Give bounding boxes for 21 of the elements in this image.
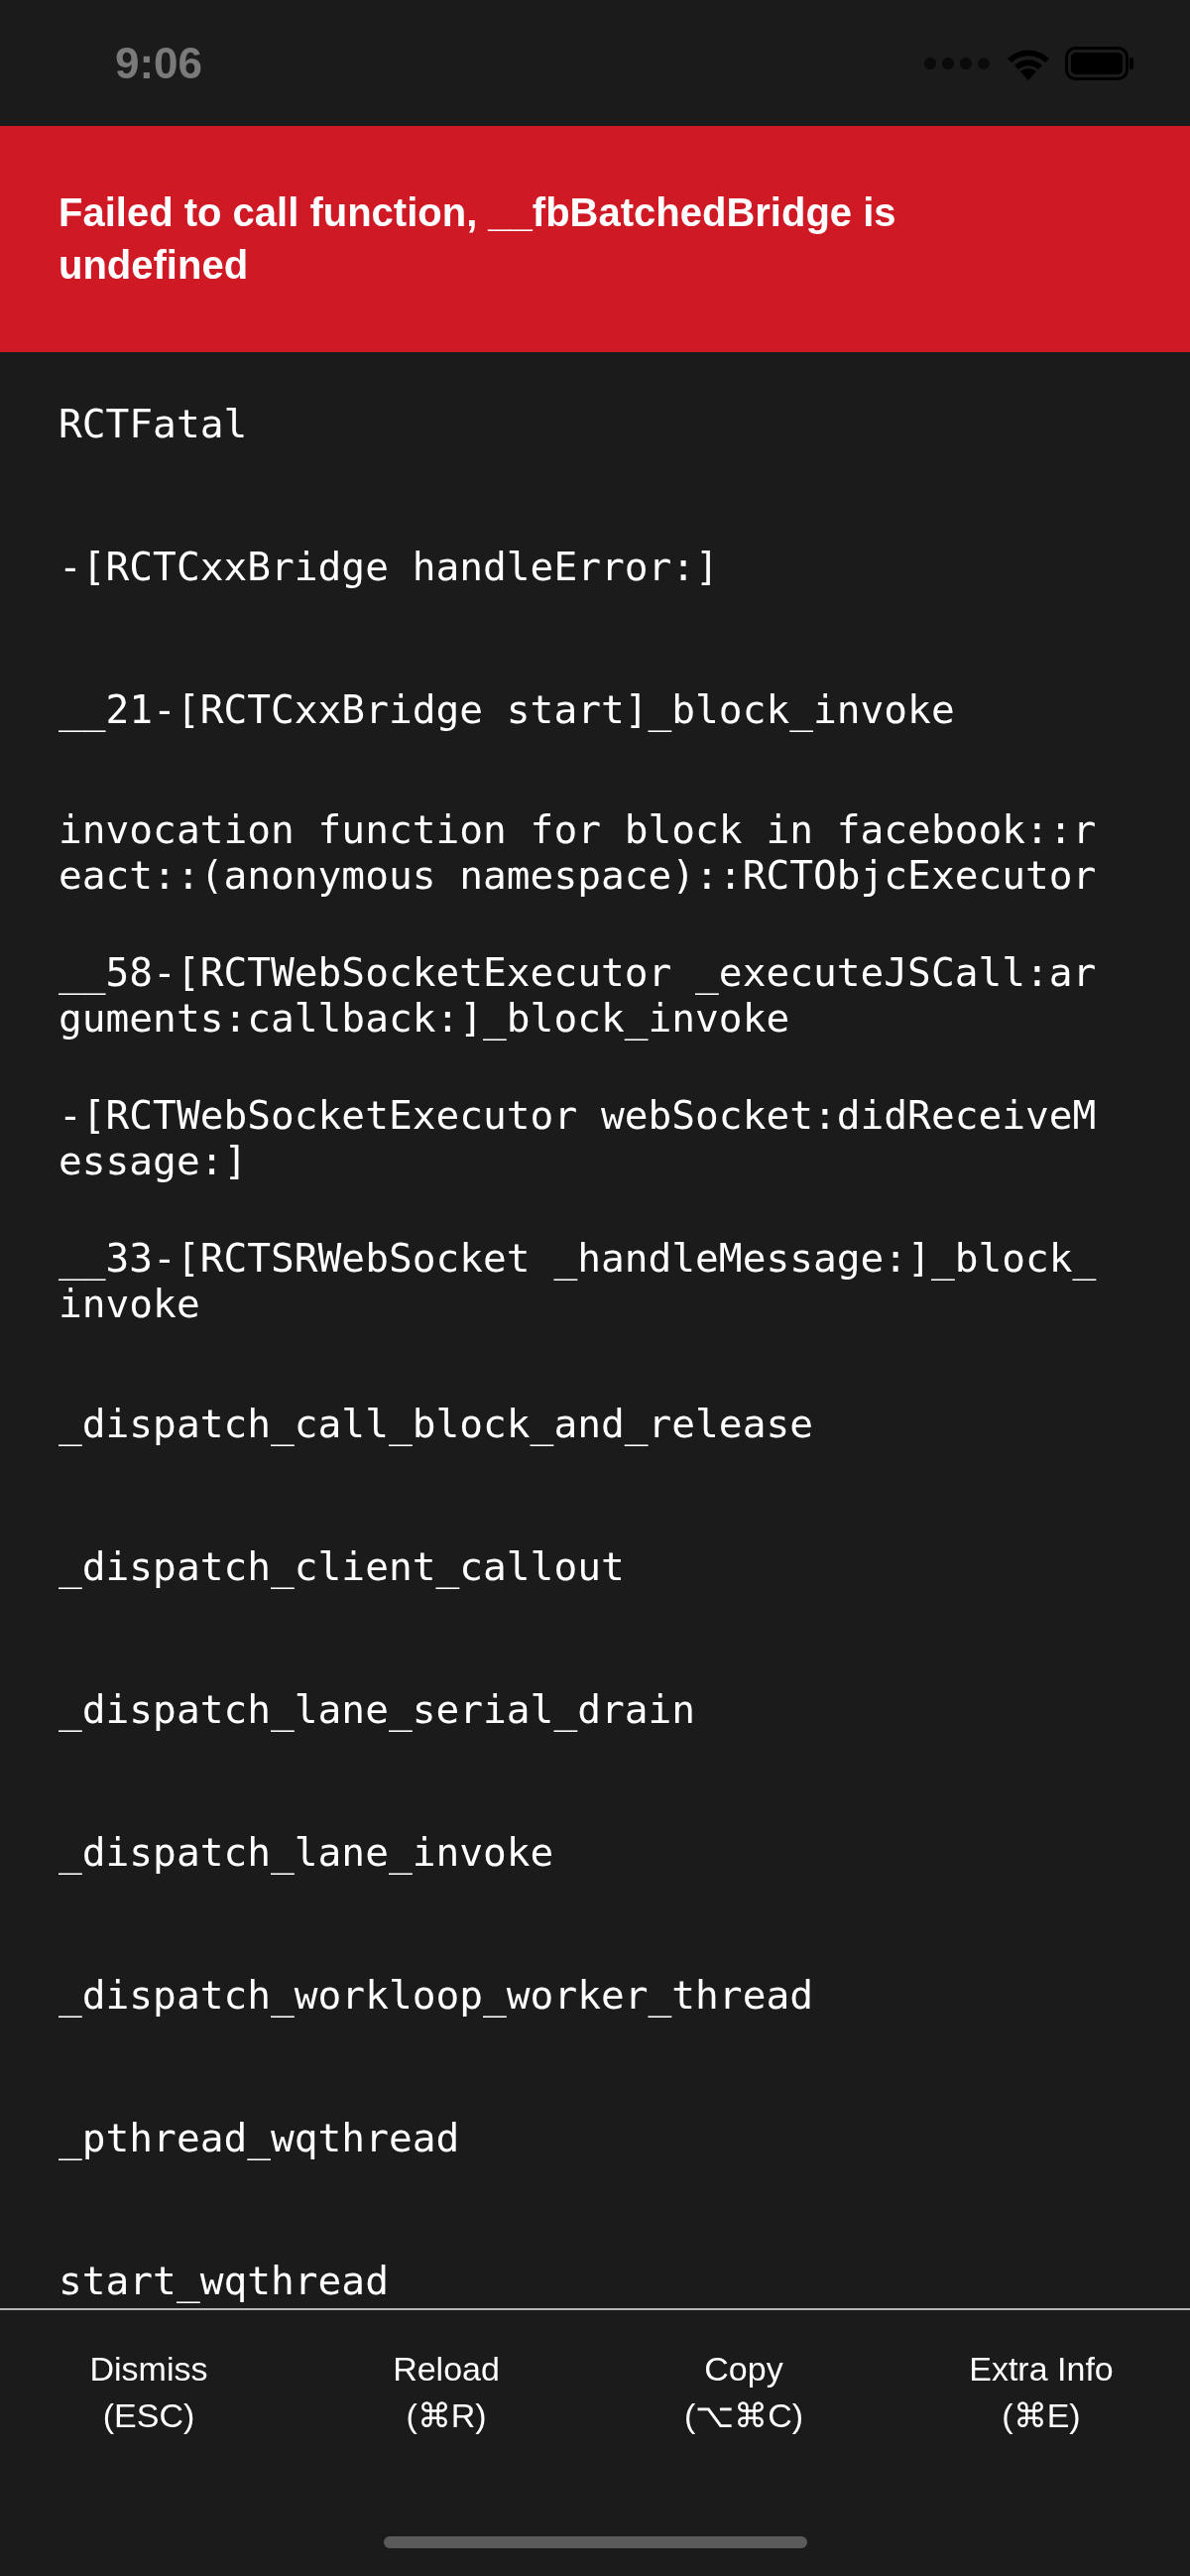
stack-frame[interactable]: -[RCTCxxBridge handleError:] bbox=[59, 544, 1110, 589]
stack-frame[interactable]: __58-[RCTWebSocketExecutor _executeJSCall:arguments:callback:]_block_invoke bbox=[59, 949, 1110, 1041]
footer-button[interactable]: Extra Info (⌘E) bbox=[961, 2346, 1122, 2439]
stack-frame[interactable]: _dispatch_call_block_and_release bbox=[59, 1401, 1110, 1446]
battery-icon bbox=[1065, 46, 1134, 80]
stack-frame[interactable]: _dispatch_lane_invoke bbox=[59, 1829, 1110, 1875]
stack-frame[interactable]: start_wqthread bbox=[59, 2258, 1110, 2303]
stack-frame[interactable]: __21-[RCTCxxBridge start]_block_invoke bbox=[59, 686, 1110, 732]
stack-frame[interactable]: _pthread_wqthread bbox=[59, 2115, 1110, 2160]
error-message: Failed to call function, __fbBatchedBridge is undefined bbox=[59, 189, 897, 289]
status-time: 9:06 bbox=[115, 37, 203, 89]
stack-frame[interactable]: _dispatch_lane_serial_drain bbox=[59, 1686, 1110, 1732]
footer-button[interactable]: Copy (⌥⌘C) bbox=[675, 2346, 812, 2439]
footer-button[interactable]: Dismiss (ESC) bbox=[81, 2346, 216, 2439]
stack-frame[interactable]: __33-[RCTSRWebSocket _handleMessage:]_block_invoke bbox=[59, 1235, 1110, 1326]
stack-frame[interactable]: RCTFatal bbox=[59, 401, 1110, 446]
footer-button[interactable]: Reload (⌘R) bbox=[385, 2346, 508, 2439]
stack-frame[interactable]: _dispatch_workloop_worker_thread bbox=[59, 1972, 1110, 2018]
stack-frame[interactable]: _dispatch_client_callout bbox=[59, 1543, 1110, 1589]
stack-frame[interactable]: -[RCTWebSocketExecutor webSocket:didReceiveMessage:] bbox=[59, 1092, 1110, 1183]
stack-frame[interactable]: invocation function for block in facebook::react::(anonymous namespace)::RCTObjcExecutor bbox=[59, 806, 1110, 898]
